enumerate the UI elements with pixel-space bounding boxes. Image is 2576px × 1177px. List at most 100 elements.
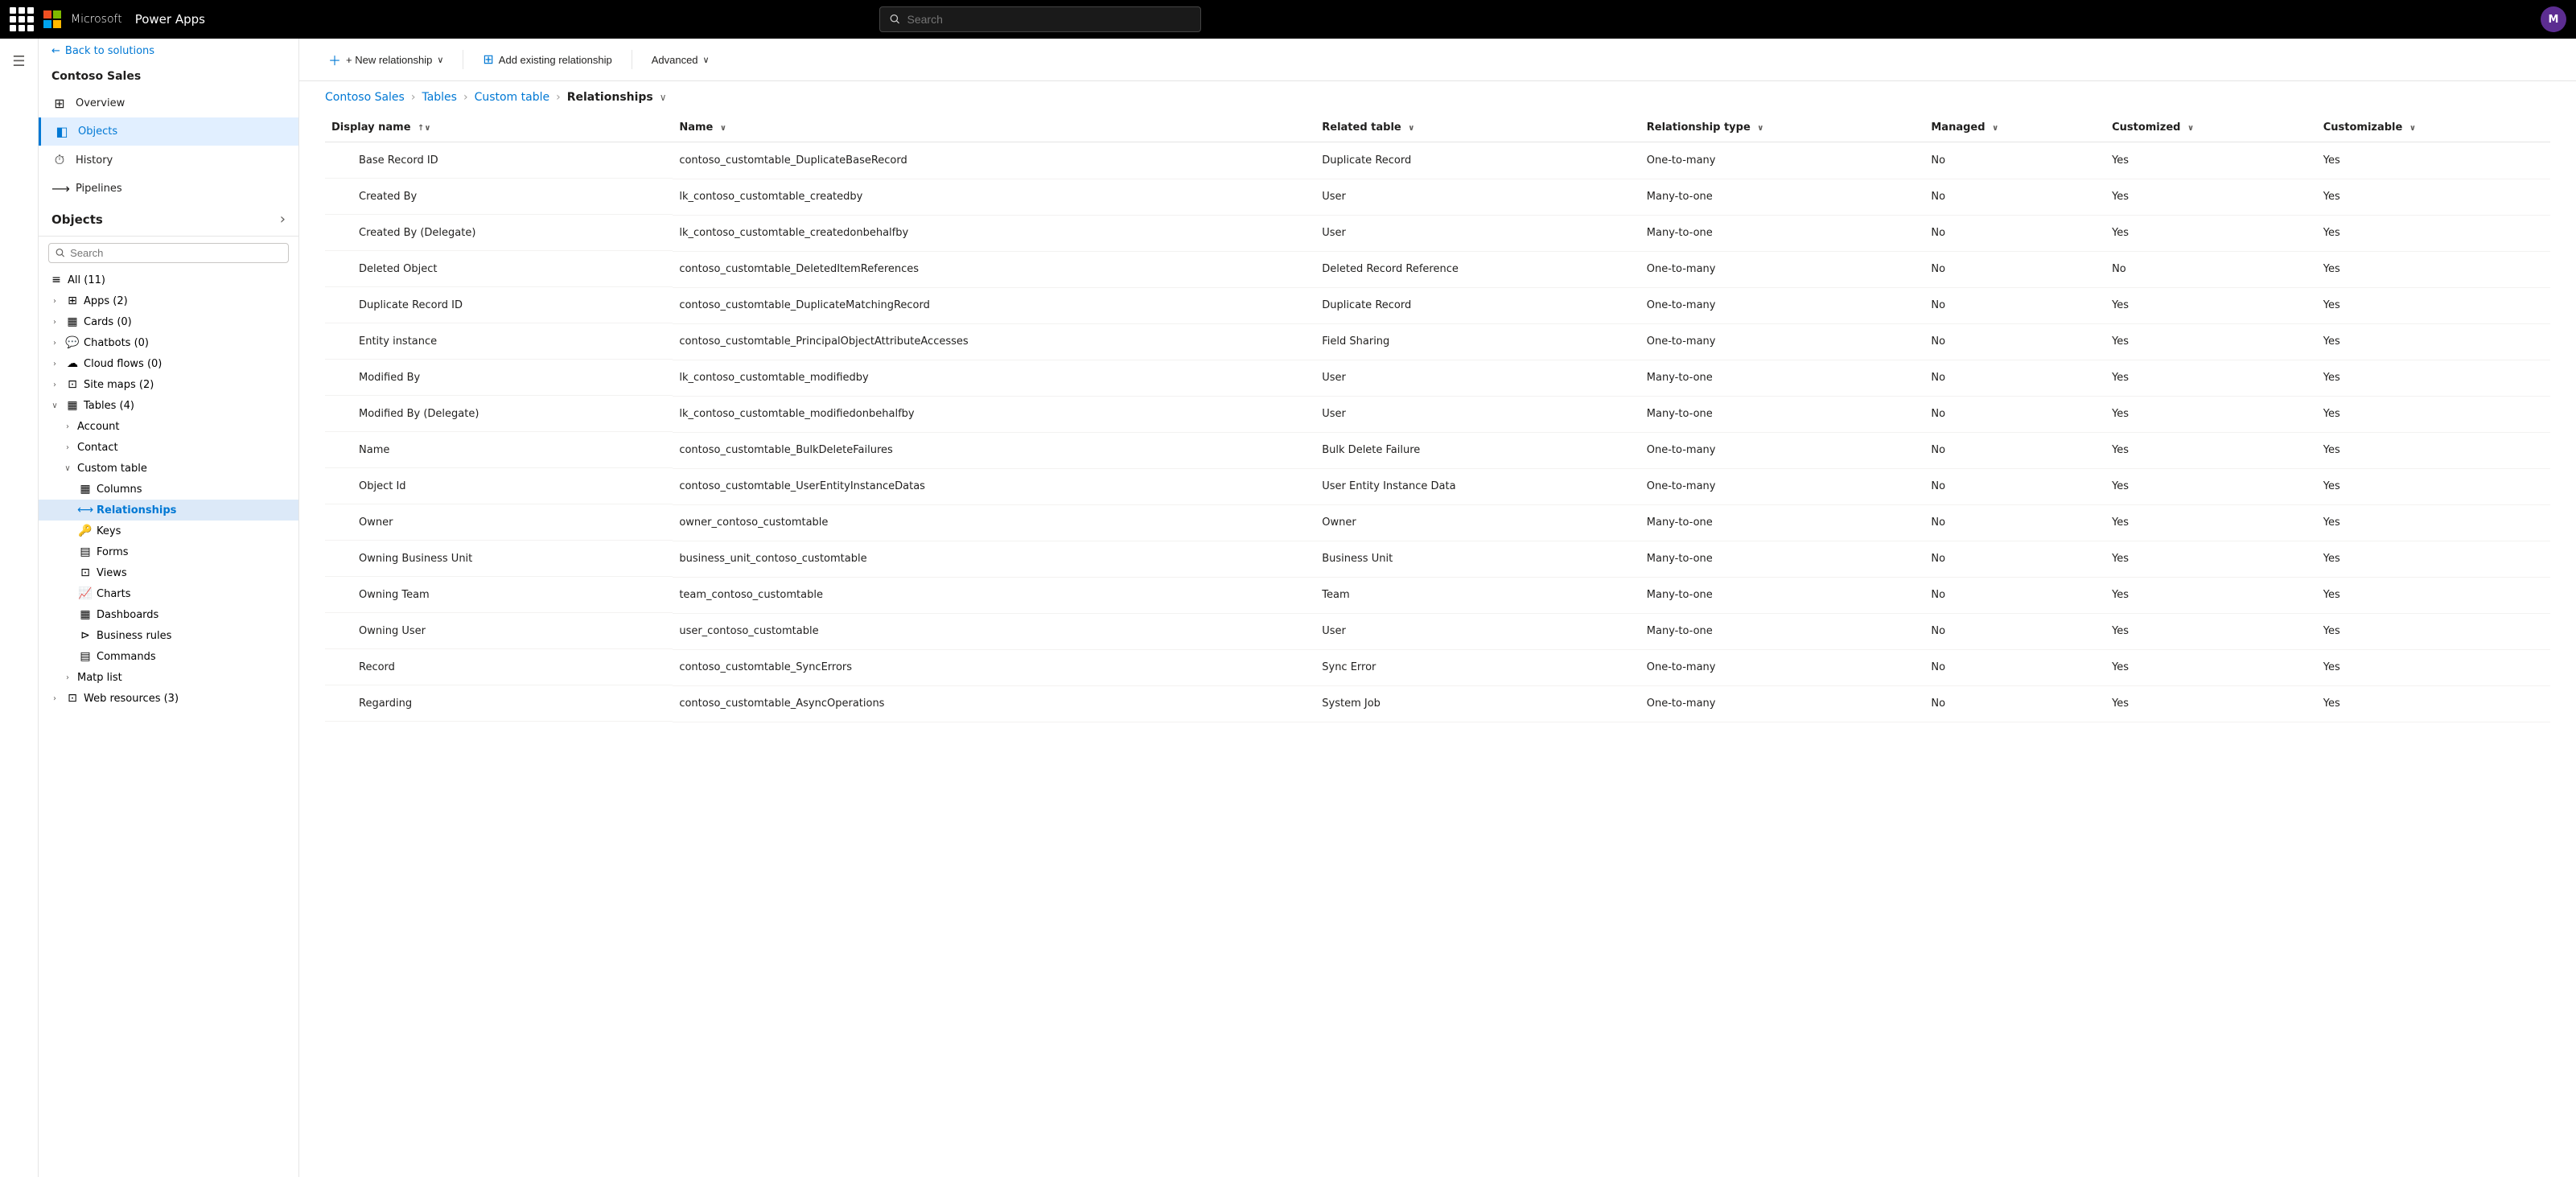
col-name[interactable]: Name ∨ [673, 113, 1315, 142]
tree-node-chatbots[interactable]: › 💬 Chatbots (0) [39, 332, 298, 353]
dropdown-icon: ∨ [703, 55, 710, 65]
col-managed[interactable]: Managed ∨ [1924, 113, 2105, 142]
objects-panel-title: Objects [51, 212, 270, 227]
cell-managed: No [1924, 323, 2105, 360]
waffle-menu[interactable] [10, 7, 34, 31]
tree-node-contact[interactable]: › Contact [39, 437, 298, 458]
tree-node-account[interactable]: › Account [39, 416, 298, 437]
tree-node-columns[interactable]: ▦ Columns [39, 479, 298, 500]
cell-customized: Yes [2105, 323, 2317, 360]
cell-customized: Yes [2105, 396, 2317, 432]
cell-customized: Yes [2105, 577, 2317, 613]
breadcrumb-contoso-sales[interactable]: Contoso Sales [325, 91, 405, 104]
new-relationship-button[interactable]: ＋ + New relationship ∨ [319, 45, 453, 74]
tree-node-commands[interactable]: ▤ Commands [39, 646, 298, 667]
cell-display-name: ⋮ Owning User [325, 613, 673, 649]
table-row: ⋮ Owning Business Unit business_unit_con… [325, 541, 2550, 577]
cell-related-table: Deleted Record Reference [1315, 251, 1640, 287]
site-maps-icon: ⊡ [64, 378, 80, 391]
cell-relationship-type: Many-to-one [1640, 179, 1925, 215]
microsoft-squares [43, 10, 61, 28]
back-to-solutions[interactable]: ← Back to solutions [39, 39, 298, 64]
cell-name: contoso_customtable_DeletedItemReference… [673, 251, 1315, 287]
cell-display-name: ⋮ Duplicate Record ID [325, 287, 673, 323]
breadcrumb-tables[interactable]: Tables [422, 91, 457, 104]
tree-node-site-maps[interactable]: › ⊡ Site maps (2) [39, 374, 298, 395]
sidebar-item-overview[interactable]: ⊞ Overview [39, 89, 298, 117]
col-related-table[interactable]: Related table ∨ [1315, 113, 1640, 142]
tree-node-custom-table[interactable]: ∨ Custom table [39, 458, 298, 479]
global-search[interactable] [879, 6, 1201, 32]
cell-relationship-type: One-to-many [1640, 251, 1925, 287]
cell-display-name: ⋮ Entity instance [325, 323, 673, 360]
cell-related-table: Business Unit [1315, 541, 1640, 577]
hamburger-menu[interactable]: ☰ [3, 45, 35, 77]
cell-customizable: Yes [2317, 251, 2550, 287]
objects-icon: ◧ [54, 124, 70, 139]
apps-icon: ⊞ [64, 294, 80, 307]
breadcrumb-dropdown-icon[interactable]: ∨ [660, 92, 667, 103]
tree-node-relationships[interactable]: ⟷ Relationships [39, 500, 298, 521]
cell-related-table: User [1315, 613, 1640, 649]
breadcrumb-current: Relationships [567, 91, 653, 104]
cell-managed: No [1924, 504, 2105, 541]
tree-node-cards[interactable]: › ▦ Cards (0) [39, 311, 298, 332]
cell-name: team_contoso_customtable [673, 577, 1315, 613]
relationships-table: Display name ↑∨ Name ∨ Related table ∨ R… [325, 113, 2550, 722]
tree-node-keys[interactable]: 🔑 Keys [39, 521, 298, 541]
sidebar-item-pipelines[interactable]: ⟶ Pipelines [39, 175, 298, 203]
microsoft-logo: Microsoft [43, 10, 122, 28]
cell-display-name: ⋮ Name [325, 432, 673, 468]
col-relationship-type[interactable]: Relationship type ∨ [1640, 113, 1925, 142]
tree-node-cloud-flows[interactable]: › ☁ Cloud flows (0) [39, 353, 298, 374]
tree-node-business-rules[interactable]: ⊳ Business rules [39, 625, 298, 646]
display-name-value: Object Id [359, 480, 406, 492]
breadcrumb-custom-table[interactable]: Custom table [475, 91, 550, 104]
chevron-icon: › [48, 294, 61, 307]
cell-managed: No [1924, 468, 2105, 504]
overview-icon: ⊞ [51, 96, 68, 111]
tree-node-views[interactable]: ⊡ Views [39, 562, 298, 583]
display-name-value: Record [359, 661, 395, 673]
cell-relationship-type: One-to-many [1640, 649, 1925, 685]
cell-name: owner_contoso_customtable [673, 504, 1315, 541]
col-customizable[interactable]: Customizable ∨ [2317, 113, 2550, 142]
cards-icon: ▦ [64, 315, 80, 328]
sidebar-search-input[interactable] [70, 247, 282, 259]
tree-node-web-resources[interactable]: › ⊡ Web resources (3) [39, 688, 298, 709]
col-display-name[interactable]: Display name ↑∨ [325, 113, 673, 142]
objects-search[interactable] [48, 243, 289, 263]
columns-icon: ▦ [77, 483, 93, 496]
display-name-value: Base Record ID [359, 154, 438, 167]
tree-node-all[interactable]: ≡ All (11) [39, 270, 298, 290]
cell-display-name: ⋮ Owning Team [325, 577, 673, 613]
advanced-button[interactable]: Advanced ∨ [642, 49, 719, 71]
table-row: ⋮ Owning User user_contoso_customtable U… [325, 613, 2550, 649]
cell-managed: No [1924, 179, 2105, 215]
sidebar-item-history[interactable]: ⏱ History [39, 146, 298, 175]
dropdown-icon: ∨ [437, 55, 443, 65]
search-input[interactable] [907, 13, 1191, 26]
tree-node-forms[interactable]: ▤ Forms [39, 541, 298, 562]
cell-customized: No [2105, 251, 2317, 287]
tree-node-charts[interactable]: 📈 Charts [39, 583, 298, 604]
cell-managed: No [1924, 360, 2105, 396]
cell-customizable: Yes [2317, 685, 2550, 722]
display-name-value: Owning User [359, 625, 426, 637]
cell-display-name: ⋮ Created By (Delegate) [325, 215, 673, 251]
tree-node-matp-list[interactable]: › Matp list [39, 667, 298, 688]
tree-node-apps[interactable]: › ⊞ Apps (2) [39, 290, 298, 311]
back-arrow-icon: ← [51, 45, 60, 57]
avatar[interactable]: M [2541, 6, 2566, 32]
tree-node-dashboards[interactable]: ▦ Dashboards [39, 604, 298, 625]
tree-node-tables[interactable]: ∨ ▦ Tables (4) [39, 395, 298, 416]
add-existing-relationship-button[interactable]: ⊞ Add existing relationship [473, 47, 621, 72]
objects-search-wrap [39, 237, 298, 270]
cell-relationship-type: One-to-many [1640, 432, 1925, 468]
sidebar-item-objects[interactable]: ◧ Objects [39, 117, 298, 146]
col-customized[interactable]: Customized ∨ [2105, 113, 2317, 142]
cell-related-table: User [1315, 179, 1640, 215]
cell-relationship-type: Many-to-one [1640, 504, 1925, 541]
collapse-button[interactable]: › [280, 211, 286, 228]
cell-related-table: Field Sharing [1315, 323, 1640, 360]
